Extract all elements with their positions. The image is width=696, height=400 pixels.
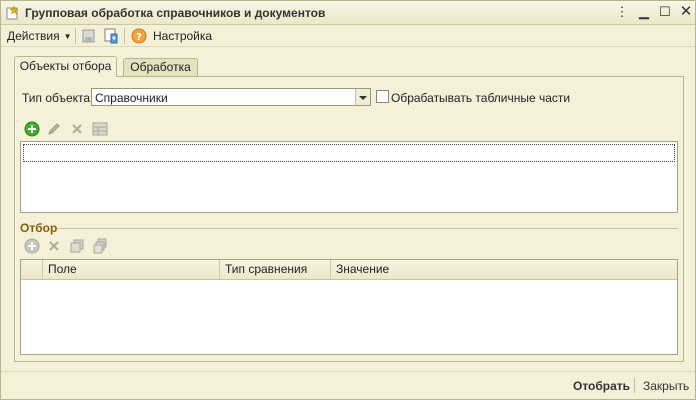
table-icon[interactable]	[92, 121, 108, 137]
marker-column	[21, 260, 42, 280]
load-settings-icon[interactable]	[81, 28, 97, 44]
toolbar-separator	[75, 28, 76, 44]
add-icon[interactable]	[24, 238, 40, 254]
title-bar: Групповая обработка справочников и докум…	[1, 1, 695, 25]
app-window: Групповая обработка справочников и докум…	[0, 0, 696, 400]
copy-icon[interactable]	[69, 238, 85, 254]
column-value[interactable]: Значение	[330, 260, 677, 280]
chevron-down-icon	[359, 96, 367, 100]
table-header: Поле Тип сравнения Значение	[21, 260, 677, 280]
edit-icon[interactable]	[46, 121, 62, 137]
processing-icon	[5, 5, 21, 21]
toolbar: Действия ▼ ? Настройка	[1, 25, 695, 47]
object-type-label: Тип объекта:	[22, 91, 94, 105]
save-settings-icon[interactable]	[103, 28, 119, 44]
tab-processing[interactable]: Обработка	[123, 58, 198, 76]
delete-icon[interactable]	[46, 238, 62, 254]
copy-group-icon[interactable]	[92, 238, 108, 254]
objects-list[interactable]	[20, 141, 678, 213]
filter-section-title: Отбор	[20, 221, 58, 235]
object-type-value: Справочники	[95, 91, 168, 105]
svg-text:?: ?	[136, 32, 142, 43]
delete-icon[interactable]	[69, 121, 85, 137]
footer-bar: Отобрать Закрыть	[1, 371, 695, 399]
help-icon[interactable]: ?	[131, 28, 147, 44]
window-title: Групповая обработка справочников и докум…	[25, 6, 326, 20]
tab-selection-objects[interactable]: Объекты отбора	[14, 56, 117, 77]
minimize-icon[interactable]: ▁	[635, 4, 653, 22]
column-field[interactable]: Поле	[42, 260, 219, 280]
add-icon[interactable]	[24, 121, 40, 137]
close-icon[interactable]: ✕	[677, 4, 695, 22]
settings-button[interactable]: Настройка	[153, 28, 212, 44]
more-icon[interactable]: ⋮	[613, 4, 631, 22]
footer-separator	[634, 378, 635, 393]
dropdown-button[interactable]	[355, 89, 370, 105]
list-item[interactable]	[23, 144, 675, 162]
select-button[interactable]: Отобрать	[573, 379, 630, 393]
section-divider	[57, 228, 678, 229]
maximize-icon[interactable]: ☐	[656, 4, 674, 22]
actions-menu[interactable]: Действия ▼	[7, 28, 72, 44]
object-type-select[interactable]: Справочники	[91, 88, 371, 106]
process-tabular-label: Обрабатывать табличные части	[391, 91, 571, 105]
filter-table[interactable]: Поле Тип сравнения Значение	[20, 259, 678, 355]
chevron-down-icon: ▼	[63, 31, 72, 41]
actions-label: Действия	[7, 29, 60, 43]
close-button[interactable]: Закрыть	[643, 379, 689, 393]
toolbar-separator	[124, 28, 125, 44]
column-comparison-type[interactable]: Тип сравнения	[219, 260, 330, 280]
process-tabular-checkbox[interactable]	[376, 90, 389, 103]
